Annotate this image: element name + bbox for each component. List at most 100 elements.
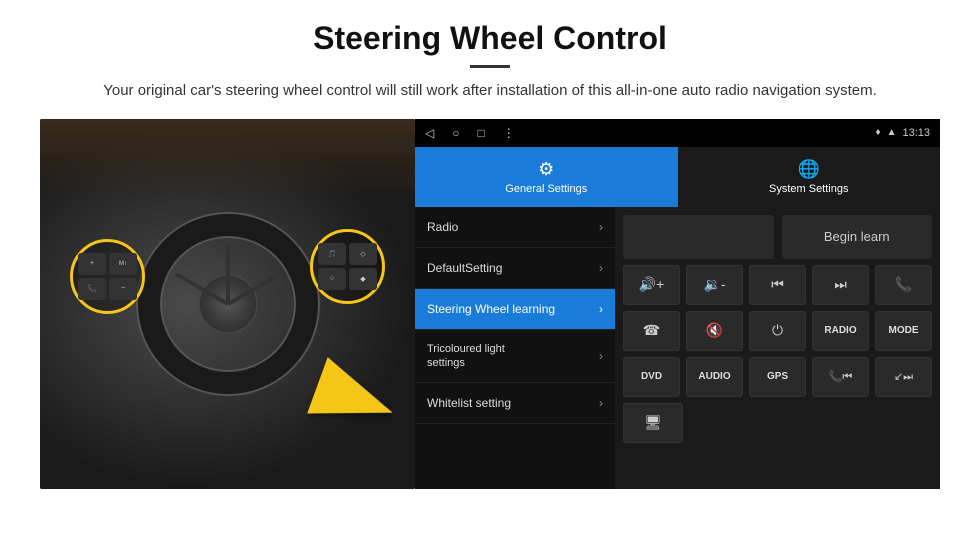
left-menu: Radio › DefaultSetting › Steering Wheel … (415, 207, 615, 489)
menu-item-default-setting[interactable]: DefaultSetting › (415, 248, 615, 289)
system-settings-icon: 🌐 (798, 159, 820, 180)
control-row-1: 🔊+ 🔉- ⏮ ⏭ 📞 (623, 265, 932, 305)
nav-home-btn[interactable]: ○ (452, 126, 459, 140)
menu-control-area: Radio › DefaultSetting › Steering Wheel … (415, 207, 940, 489)
clock-display: 13:13 (902, 127, 930, 139)
btn-volume-down: − (109, 278, 137, 300)
nav-recents-btn[interactable]: □ (477, 126, 484, 140)
menu-item-tricoloured[interactable]: Tricoloured light settings › (415, 330, 615, 383)
control-row-3: DVD AUDIO GPS 📞⏮ ↙⏭ (623, 357, 932, 397)
menu-item-radio[interactable]: Radio › (415, 207, 615, 248)
page-title: Steering Wheel Control (40, 20, 940, 57)
begin-learn-button[interactable]: Begin learn (782, 215, 933, 259)
title-section: Steering Wheel Control Your original car… (40, 20, 940, 103)
audio-button[interactable]: AUDIO (686, 357, 743, 397)
tab-system-label: System Settings (769, 183, 848, 195)
next-icon: ⏭ (834, 276, 847, 293)
call-accept-button[interactable]: ☎ (623, 311, 680, 351)
tab-system-settings[interactable]: 🌐 System Settings (678, 147, 941, 207)
content-area: + M↑ 📞 − 🎵 ◇ ○ ◆ (40, 119, 940, 489)
btn-mode: M↑ (109, 253, 137, 275)
settings-tabs: ⚙ General Settings 🌐 System Settings (415, 147, 940, 207)
phone-prev-icon: 📞⏮ (829, 370, 853, 384)
right-controls: Begin learn 🔊+ 🔉- ⏮ (615, 207, 940, 489)
page-wrapper: Steering Wheel Control Your original car… (0, 0, 980, 499)
chevron-steering: › (599, 302, 603, 316)
mute-icon: 🔇 (706, 322, 723, 339)
btn-media: 🎵 (318, 243, 346, 265)
mute-button[interactable]: 🔇 (686, 311, 743, 351)
dvd-button[interactable]: DVD (623, 357, 680, 397)
menu-steering-label: Steering Wheel learning (427, 302, 555, 316)
power-icon: ⏻ (772, 322, 783, 339)
arrow-icon (307, 357, 403, 441)
power-button[interactable]: ⏻ (749, 311, 806, 351)
mode-label: MODE (889, 325, 919, 336)
btn-volume-up: + (78, 253, 106, 275)
skip-next-button[interactable]: ↙⏭ (875, 357, 932, 397)
steering-controls-right: 🎵 ◇ ○ ◆ (310, 229, 385, 304)
gps-button[interactable]: GPS (749, 357, 806, 397)
steering-wheel-photo: + M↑ 📞 − 🎵 ◇ ○ ◆ (40, 119, 415, 489)
call-accept-icon: ☎ (643, 322, 660, 339)
btn-diamond: ◆ (349, 268, 377, 290)
audio-label: AUDIO (698, 371, 730, 382)
page-subtitle: Your original car's steering wheel contr… (90, 80, 890, 103)
steering-controls-left: + M↑ 📞 − (70, 239, 145, 314)
menu-item-steering-wheel[interactable]: Steering Wheel learning › (415, 289, 615, 330)
menu-default-label: DefaultSetting (427, 261, 502, 275)
gps-label: GPS (767, 371, 788, 382)
steering-wheel (128, 204, 328, 404)
menu-tricoloured-container: Tricoloured light settings (427, 343, 505, 369)
vol-down-button[interactable]: 🔉- (686, 265, 743, 305)
right-btn-group: 🎵 ◇ ○ ◆ (314, 239, 381, 294)
chevron-whitelist: › (599, 396, 603, 410)
begin-learn-row: Begin learn (623, 215, 932, 259)
headunit-display: ◁ ○ □ ⋮ ♦ ▲ 13:13 ⚙ General Settings (415, 119, 940, 489)
android-nav: ◁ ○ □ ⋮ (425, 126, 515, 140)
vol-up-icon: 🔊+ (639, 276, 665, 293)
skip-next-icon: ↙⏭ (894, 370, 913, 384)
dvd-label: DVD (641, 371, 662, 382)
title-divider (470, 65, 510, 68)
prev-track-button[interactable]: ⏮ (749, 265, 806, 305)
tab-general-settings[interactable]: ⚙ General Settings (415, 147, 678, 207)
vol-up-button[interactable]: 🔊+ (623, 265, 680, 305)
android-topbar: ◁ ○ □ ⋮ ♦ ▲ 13:13 (415, 119, 940, 147)
radio-button[interactable]: RADIO (812, 311, 869, 351)
menu-tricoloured-label: Tricoloured light (427, 343, 505, 355)
general-settings-icon: ⚙ (538, 159, 554, 180)
phone-prev-button[interactable]: 📞⏮ (812, 357, 869, 397)
wheel-spoke-top (226, 244, 230, 304)
android-status-bar: ♦ ▲ 13:13 (875, 127, 930, 139)
phone-button-1[interactable]: 📞 (875, 265, 932, 305)
steering-bg: + M↑ 📞 − 🎵 ◇ ○ ◆ (40, 119, 415, 489)
blank-input-box (623, 215, 774, 259)
menu-radio-label: Radio (427, 220, 458, 234)
dashboard-bg (40, 119, 415, 199)
chevron-tricoloured: › (599, 349, 603, 363)
vol-down-icon: 🔉- (703, 276, 725, 293)
gps-icon: ♦ (875, 127, 880, 138)
nav-menu-btn[interactable]: ⋮ (503, 126, 515, 140)
menu-tricoloured-label2: settings (427, 357, 505, 369)
tab-general-label: General Settings (505, 183, 587, 195)
nav-back-btn[interactable]: ◁ (425, 126, 434, 140)
btn-circle: ○ (318, 268, 346, 290)
arrow-overlay (315, 369, 395, 429)
screen-button[interactable]: 🖥 (623, 403, 683, 443)
radio-label: RADIO (824, 325, 856, 336)
control-row-4: 🖥 (623, 403, 932, 443)
menu-item-whitelist[interactable]: Whitelist setting › (415, 383, 615, 424)
next-track-button[interactable]: ⏭ (812, 265, 869, 305)
btn-call: 📞 (78, 278, 106, 300)
mode-button[interactable]: MODE (875, 311, 932, 351)
signal-icon: ▲ (887, 127, 897, 138)
menu-whitelist-label: Whitelist setting (427, 396, 511, 410)
screen-icon: 🖥 (644, 414, 662, 431)
chevron-default: › (599, 261, 603, 275)
prev-icon: ⏮ (771, 276, 784, 293)
left-btn-group: + M↑ 📞 − (74, 249, 141, 304)
control-row-2: ☎ 🔇 ⏻ RADIO MODE (623, 311, 932, 351)
btn-nav-up: ◇ (349, 243, 377, 265)
